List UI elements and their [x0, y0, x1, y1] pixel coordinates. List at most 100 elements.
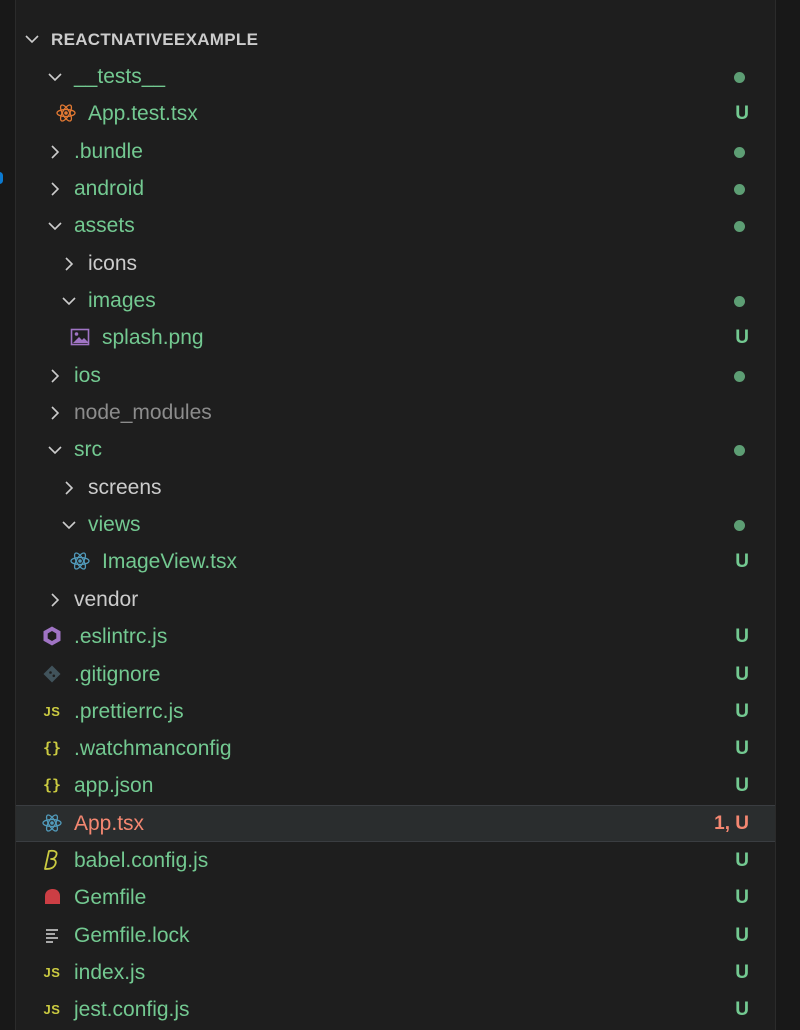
activity-indicator	[0, 172, 3, 184]
git-status-badge: U	[735, 664, 749, 685]
chevron-down-icon	[24, 31, 40, 47]
react-icon	[69, 550, 91, 572]
tree-item-label: .watchmanconfig	[74, 737, 232, 760]
json-icon: {}	[42, 776, 62, 794]
tree-file-app-tsx[interactable]: App.tsx 1, U	[16, 805, 776, 842]
tree-item-label: vendor	[74, 588, 139, 611]
tree-item-label: App.test.tsx	[88, 102, 198, 125]
tree-item-label: .bundle	[74, 140, 143, 163]
tree-item-label: app.json	[74, 774, 154, 797]
tree-file-splash-png[interactable]: splash.png U	[16, 319, 776, 356]
tree-item-label: .gitignore	[74, 663, 161, 686]
tree-item-label: babel.config.js	[74, 849, 209, 872]
explorer-folder-title: REACTNATIVEEXAMPLE	[51, 30, 259, 49]
tree-folder-ios[interactable]: ios	[16, 357, 776, 394]
git-status-badge: U	[735, 551, 749, 572]
git-status-dot	[734, 520, 745, 531]
tree-folder-screens[interactable]: screens	[16, 469, 776, 506]
chevron-right-icon	[47, 144, 63, 160]
git-status-badge: U	[735, 327, 749, 348]
js-icon: JS	[43, 964, 61, 980]
tree-item-label: jest.config.js	[74, 998, 190, 1021]
tree-folder-node-modules[interactable]: node_modules	[16, 394, 776, 431]
ruby-icon	[41, 886, 63, 908]
chevron-right-icon	[47, 368, 63, 384]
js-icon: JS	[43, 1001, 61, 1017]
git-status-badge: U	[735, 850, 749, 871]
tree-file-gitignore[interactable]: .gitignore U	[16, 656, 776, 693]
lines-icon	[41, 924, 63, 946]
git-status-badge: U	[735, 925, 749, 946]
git-status-badge: U	[735, 626, 749, 647]
tree-item-label: Gemfile	[74, 886, 147, 909]
js-icon: JS	[43, 703, 61, 719]
tree-item-label: views	[88, 513, 141, 536]
tree-item-label: android	[74, 177, 145, 200]
tree-item-label: assets	[74, 214, 135, 237]
git-status-dot	[734, 371, 745, 382]
git-status-dot	[734, 184, 745, 195]
react-icon	[41, 812, 63, 834]
tree-folder-images[interactable]: images	[16, 282, 776, 319]
tree-item-label: screens	[88, 476, 162, 499]
babel-icon	[41, 849, 63, 871]
tree-file-gemfile[interactable]: Gemfile U	[16, 879, 776, 916]
tree-file-gemfile-lock[interactable]: Gemfile.lock U	[16, 917, 776, 954]
explorer-panel: REACTNATIVEEXAMPLE __tests__ App.test.ts…	[15, 0, 776, 1030]
tree-file-eslintrc[interactable]: .eslintrc.js U	[16, 618, 776, 655]
tree-file-index-js[interactable]: JS index.js U	[16, 954, 776, 991]
chevron-down-icon	[47, 69, 63, 85]
chevron-down-icon	[61, 293, 77, 309]
tree-file-imageview-tsx[interactable]: ImageView.tsx U	[16, 543, 776, 580]
tree-file-app-json[interactable]: {} app.json U	[16, 767, 776, 804]
tree-item-label: ImageView.tsx	[102, 550, 238, 573]
tree-folder-assets[interactable]: assets	[16, 207, 776, 244]
tree-item-label: ios	[74, 364, 101, 387]
tree-file-babel-config[interactable]: babel.config.js U	[16, 842, 776, 879]
chevron-right-icon	[61, 256, 77, 272]
git-status-badge: U	[735, 701, 749, 722]
explorer-folder-header[interactable]: REACTNATIVEEXAMPLE	[16, 20, 776, 58]
git-status-badge: U	[735, 738, 749, 759]
git-status-badge: U	[735, 103, 749, 124]
chevron-right-icon	[47, 592, 63, 608]
tree-item-label: images	[88, 289, 156, 312]
tree-item-label: __tests__	[74, 65, 166, 88]
tree-folder-vendor[interactable]: vendor	[16, 581, 776, 618]
image-file-icon	[69, 326, 91, 348]
tree-file-prettierrc[interactable]: JS .prettierrc.js U	[16, 693, 776, 730]
tree-item-label: Gemfile.lock	[74, 924, 190, 947]
tree-item-label: node_modules	[74, 401, 212, 424]
tree-item-label: index.js	[74, 961, 146, 984]
tree-folder-android[interactable]: android	[16, 170, 776, 207]
git-status-dot	[734, 147, 745, 158]
tree-item-label: .eslintrc.js	[74, 625, 168, 648]
eslint-icon	[41, 625, 63, 647]
git-status-badge: U	[735, 999, 749, 1020]
tree-item-label: .prettierrc.js	[74, 700, 184, 723]
tree-file-watchmanconfig[interactable]: {} .watchmanconfig U	[16, 730, 776, 767]
react-icon	[55, 102, 77, 124]
chevron-down-icon	[47, 442, 63, 458]
chevron-right-icon	[47, 405, 63, 421]
git-status-badge: U	[735, 887, 749, 908]
tree-file-app-test[interactable]: App.test.tsx U	[16, 95, 776, 132]
git-status-dot	[734, 72, 745, 83]
git-status-dot	[734, 445, 745, 456]
chevron-down-icon	[47, 218, 63, 234]
chevron-right-icon	[61, 480, 77, 496]
tree-file-jest-config[interactable]: JS jest.config.js U	[16, 991, 776, 1028]
tree-item-label: src	[74, 438, 102, 461]
chevron-down-icon	[61, 517, 77, 533]
git-status-badge: U	[735, 962, 749, 983]
git-icon	[41, 663, 63, 685]
tree-item-label: App.tsx	[74, 812, 145, 835]
tree-folder-views[interactable]: views	[16, 506, 776, 543]
tree-folder-src[interactable]: src	[16, 431, 776, 468]
tree-folder-bundle[interactable]: .bundle	[16, 133, 776, 170]
tree-folder-tests[interactable]: __tests__	[16, 58, 776, 95]
json-icon: {}	[42, 739, 62, 757]
tree-folder-icons[interactable]: icons	[16, 245, 776, 282]
git-status-badge: 1, U	[714, 813, 749, 834]
activity-bar-edge	[0, 0, 15, 1030]
